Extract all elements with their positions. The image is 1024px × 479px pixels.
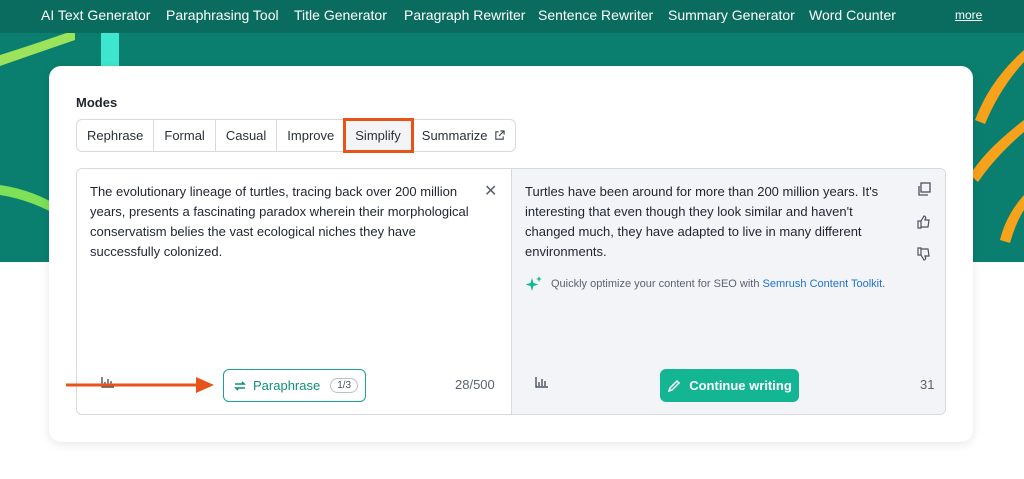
semrush-toolkit-link[interactable]: Semrush Content Toolkit <box>763 278 883 290</box>
sparkle-icon <box>525 276 542 291</box>
annotation-arrow <box>66 377 214 393</box>
continue-writing-label: Continue writing <box>689 378 792 393</box>
output-pane: Turtles have been around for more than 2… <box>512 169 945 414</box>
mode-formal[interactable]: Formal <box>154 120 216 151</box>
nav-word-counter[interactable]: Word Counter <box>809 7 896 23</box>
modes-label: Modes <box>76 95 118 110</box>
refresh-icon <box>234 380 246 391</box>
continue-writing-button[interactable]: Continue writing <box>660 369 799 402</box>
nav-paragraph-rewriter[interactable]: Paragraph Rewriter <box>404 7 525 23</box>
seo-promo: Quickly optimize your content for SEO wi… <box>525 275 885 293</box>
nav-summary-generator[interactable]: Summary Generator <box>668 7 795 23</box>
pencil-icon <box>668 379 681 392</box>
paraphrase-counter-badge: 1/3 <box>330 378 359 393</box>
paraphrase-button-label: Paraphrase <box>253 378 321 393</box>
nav-more-link[interactable]: more <box>955 8 982 22</box>
thumbs-up-icon[interactable] <box>917 215 931 229</box>
copy-icon[interactable] <box>917 182 931 196</box>
paraphrase-button[interactable]: Paraphrase 1/3 <box>223 369 366 402</box>
output-word-count: 31 <box>920 377 935 392</box>
external-link-icon <box>494 130 505 140</box>
nav-paraphrasing-tool[interactable]: Paraphrasing Tool <box>166 7 279 23</box>
modes-selector: Rephrase Formal Casual Improve Simplify … <box>76 118 516 153</box>
input-text[interactable]: The evolutionary lineage of turtles, tra… <box>90 182 485 262</box>
mode-summarize[interactable]: Summarize <box>412 120 515 151</box>
thumbs-down-icon[interactable] <box>917 247 931 261</box>
top-navigation: AI Text Generator Paraphrasing Tool Titl… <box>0 0 1024 33</box>
nav-ai-text-generator[interactable]: AI Text Generator <box>41 7 150 23</box>
mode-improve[interactable]: Improve <box>277 120 346 151</box>
nav-title-generator[interactable]: Title Generator <box>294 7 387 23</box>
nav-sentence-rewriter[interactable]: Sentence Rewriter <box>538 7 653 23</box>
mode-rephrase[interactable]: Rephrase <box>77 120 155 151</box>
close-icon[interactable]: ✕ <box>484 181 497 201</box>
mode-simplify[interactable]: Simplify <box>343 118 414 153</box>
bar-chart-icon[interactable] <box>535 376 549 388</box>
input-word-count: 28/500 <box>455 377 495 392</box>
seo-text: Quickly optimize your content for SEO wi… <box>551 278 763 290</box>
output-text[interactable]: Turtles have been around for more than 2… <box>525 182 905 262</box>
mode-casual[interactable]: Casual <box>216 120 278 151</box>
